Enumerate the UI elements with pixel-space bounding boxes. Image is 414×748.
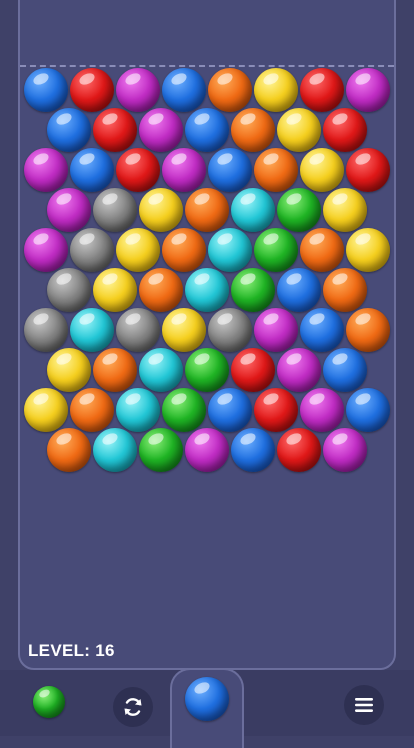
yellow-bubble [116, 228, 160, 272]
gray-bubble [93, 188, 137, 232]
blue-bubble [162, 68, 206, 112]
red-bubble [116, 148, 160, 192]
refresh-icon [124, 698, 142, 716]
purple-bubble [24, 148, 68, 192]
blue-bubble [208, 148, 252, 192]
next-bubble[interactable] [33, 686, 65, 718]
blue-bubble [323, 348, 367, 392]
orange-bubble [300, 228, 344, 272]
cyan-bubble [116, 388, 160, 432]
cyan-bubble [139, 348, 183, 392]
orange-bubble [47, 428, 91, 472]
green-bubble [185, 348, 229, 392]
purple-bubble [24, 228, 68, 272]
purple-bubble [139, 108, 183, 152]
purple-bubble [162, 148, 206, 192]
green-bubble [231, 268, 275, 312]
orange-bubble [208, 68, 252, 112]
blue-bubble [70, 148, 114, 192]
gray-bubble [47, 268, 91, 312]
purple-bubble [277, 348, 321, 392]
yellow-bubble [93, 268, 137, 312]
red-bubble [346, 148, 390, 192]
yellow-bubble [346, 228, 390, 272]
orange-bubble [346, 308, 390, 352]
cyan-bubble [93, 428, 137, 472]
red-bubble [254, 388, 298, 432]
purple-bubble [116, 68, 160, 112]
orange-bubble [254, 148, 298, 192]
blue-bubble [24, 68, 68, 112]
orange-bubble [139, 268, 183, 312]
green-bubble [277, 188, 321, 232]
swap-button[interactable] [113, 687, 153, 727]
green-bubble [139, 428, 183, 472]
hamburger-menu-icon [355, 698, 373, 712]
yellow-bubble [254, 68, 298, 112]
orange-bubble [93, 348, 137, 392]
orange-bubble [231, 108, 275, 152]
blue-bubble [185, 108, 229, 152]
gray-bubble [208, 308, 252, 352]
orange-bubble [323, 268, 367, 312]
blue-bubble [47, 108, 91, 152]
green-bubble [162, 388, 206, 432]
gray-bubble [116, 308, 160, 352]
purple-bubble [346, 68, 390, 112]
red-bubble [231, 348, 275, 392]
blue-bubble [300, 308, 344, 352]
red-bubble [323, 108, 367, 152]
orange-bubble [162, 228, 206, 272]
yellow-bubble [24, 388, 68, 432]
cyan-bubble [70, 308, 114, 352]
yellow-bubble [323, 188, 367, 232]
orange-bubble [185, 188, 229, 232]
blue-bubble [208, 388, 252, 432]
yellow-bubble [139, 188, 183, 232]
yellow-bubble [300, 148, 344, 192]
red-bubble [70, 68, 114, 112]
shooter-bubble[interactable] [185, 677, 229, 721]
purple-bubble [323, 428, 367, 472]
purple-bubble [185, 428, 229, 472]
yellow-bubble [162, 308, 206, 352]
purple-bubble [47, 188, 91, 232]
blue-bubble [231, 428, 275, 472]
purple-bubble [254, 308, 298, 352]
cyan-bubble [208, 228, 252, 272]
blue-bubble [277, 268, 321, 312]
red-bubble [300, 68, 344, 112]
cyan-bubble [185, 268, 229, 312]
orange-bubble [70, 388, 114, 432]
level-label: LEVEL: 16 [28, 641, 115, 660]
bubble-grid[interactable] [0, 0, 414, 736]
menu-button[interactable] [344, 685, 384, 725]
purple-bubble [300, 388, 344, 432]
yellow-bubble [47, 348, 91, 392]
red-bubble [93, 108, 137, 152]
green-bubble [254, 228, 298, 272]
gray-bubble [70, 228, 114, 272]
cyan-bubble [231, 188, 275, 232]
gray-bubble [24, 308, 68, 352]
blue-bubble [346, 388, 390, 432]
red-bubble [277, 428, 321, 472]
yellow-bubble [277, 108, 321, 152]
